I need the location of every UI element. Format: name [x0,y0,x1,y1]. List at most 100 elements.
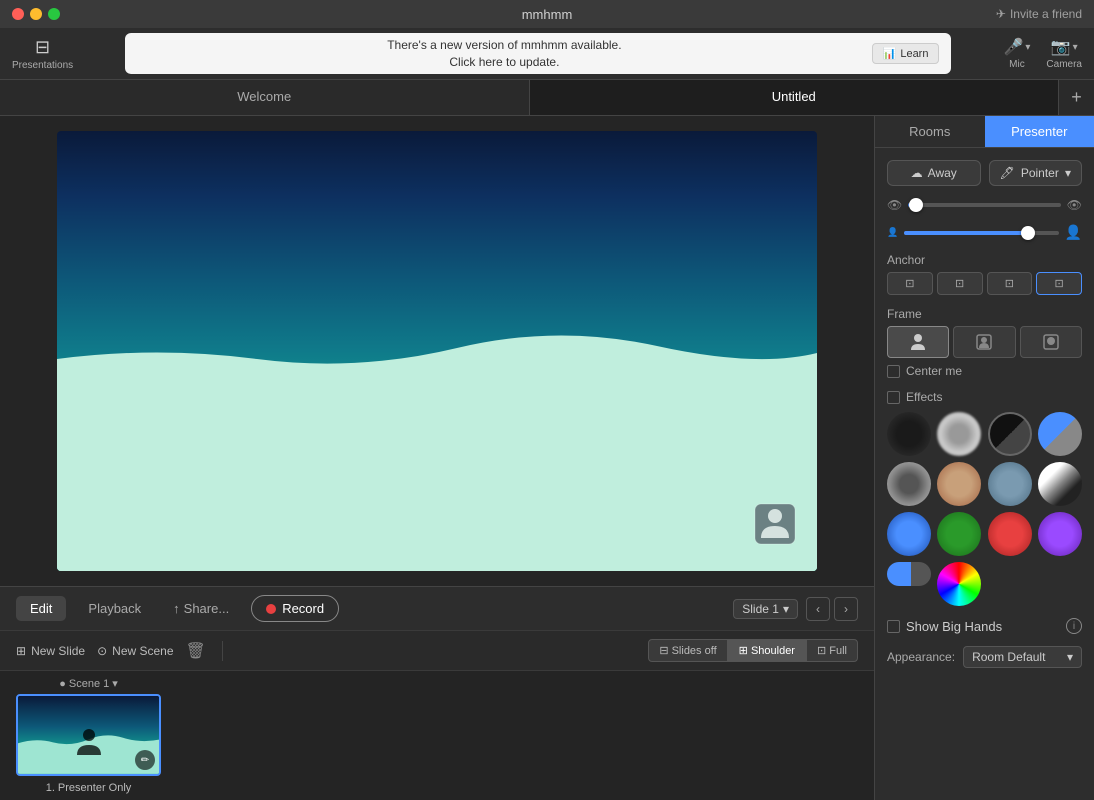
tab-welcome[interactable]: Welcome [0,80,529,115]
size-fill [904,231,1027,235]
effect-warm-button[interactable] [937,462,981,506]
share-button[interactable]: ↑ Share... [163,596,239,621]
main-area: Edit Playback ↑ Share... Record Slide 1 … [0,116,1094,800]
visibility-thumb[interactable] [909,198,923,212]
right-panel-tabs: Rooms Presenter [875,116,1094,148]
minimize-button[interactable] [30,8,42,20]
away-button[interactable]: ☁ Away [887,160,981,186]
effect-blur-button[interactable] [937,412,981,456]
new-slide-icon: ⊞ [16,644,26,658]
record-dot-icon [266,604,276,614]
slide-preview [0,116,874,586]
window-controls[interactable] [12,8,60,20]
paper-plane-icon: ✈ [996,7,1006,21]
show-big-hands-checkbox[interactable] [887,620,900,633]
slides-off-button[interactable]: ⊟ Slides off [648,639,727,662]
playback-button[interactable]: Playback [78,596,151,621]
info-icon[interactable]: i [1066,618,1082,634]
scene-edit-button[interactable]: ✏ [135,750,155,770]
new-scene-button[interactable]: ⊙ New Scene [97,644,173,658]
effect-color-button[interactable] [937,562,981,606]
tab-presenter[interactable]: Presenter [985,116,1094,147]
delete-button[interactable]: 🗑 [186,641,206,661]
slide-canvas [57,131,817,571]
close-button[interactable] [12,8,24,20]
effect-film-button[interactable] [887,462,931,506]
titlebar: mmhmm ✈ Invite a friend [0,0,1094,28]
size-high-icon: 👤 [1065,224,1082,241]
size-thumb[interactable] [1021,226,1035,240]
full-button[interactable]: ⊡ Full [806,639,858,662]
scene-name: 1. Presenter Only [46,782,132,794]
size-slider-row: 👤 👤 [887,224,1082,241]
new-scene-icon: ⊙ [97,644,107,658]
center-me-checkbox[interactable] [887,365,900,378]
effect-outline-button[interactable] [988,412,1032,456]
effect-bw-button[interactable] [1038,462,1082,506]
appearance-label: Appearance: [887,650,955,664]
mic-control[interactable]: 🎤 ▾ Mic [1003,37,1030,70]
slide-picker-icon: ▾ [783,602,789,616]
size-slider[interactable] [904,231,1058,235]
effects-checkbox[interactable] [887,391,900,404]
slide-navigation: ‹ › [806,597,858,621]
effects-label: Effects [906,390,942,404]
anchor-tm-button[interactable]: ⊡ [937,272,983,295]
effect-toggle-button[interactable] [887,562,931,586]
slide-picker[interactable]: Slide 1 ▾ [733,599,798,619]
tab-rooms[interactable]: Rooms [875,116,985,147]
mic-icon: 🎤 [1003,37,1023,57]
scene-thumbnail[interactable]: ✏ [16,694,161,776]
camera-control[interactable]: 📷 ▾ Camera [1046,37,1082,70]
appearance-select[interactable]: Room Default ▾ [963,646,1082,668]
anchor-section: Anchor ⊡ ⊡ ⊡ ⊡ [887,253,1082,295]
center-me-row: Center me [887,364,1082,378]
prev-slide-button[interactable]: ‹ [806,597,830,621]
mic-chevron-icon: ▾ [1025,42,1030,53]
frame-person-button[interactable] [887,326,949,358]
effect-split-button[interactable] [1038,412,1082,456]
effect-green-button[interactable] [937,512,981,556]
chart-icon: 📊 [883,47,897,60]
learn-button[interactable]: 📊 Learn [872,43,940,64]
scenes-strip: ● Scene 1 ▾ [0,670,874,800]
pointer-icon: 🖊 [1000,166,1015,180]
edit-button[interactable]: Edit [16,596,66,621]
tab-untitled[interactable]: Untitled [530,80,1059,115]
show-big-hands-row: Show Big Hands i [887,618,1082,634]
show-big-hands-label: Show Big Hands [906,619,1002,634]
camera-chevron-icon: ▾ [1073,42,1078,53]
next-slide-button[interactable]: › [834,597,858,621]
effect-cool-button[interactable] [988,462,1032,506]
effect-dark-button[interactable] [887,412,931,456]
scene-label: ● Scene 1 ▾ [59,677,118,690]
anchor-tr-button[interactable]: ⊡ [987,272,1033,295]
full-icon: ⊡ [817,645,826,657]
pointer-button[interactable]: 🖊 Pointer ▾ [989,160,1083,186]
slide-info: Slide 1 ▾ ‹ › [733,597,858,621]
visibility-low-icon: 👁 [887,198,902,212]
away-icon: ☁ [911,166,923,180]
update-banner[interactable]: There's a new version of mmhmm available… [125,33,951,75]
effect-blue-button[interactable] [887,512,931,556]
effect-purple-button[interactable] [1038,512,1082,556]
frame-head-button[interactable] [953,326,1015,358]
add-tab-button[interactable]: + [1058,80,1094,115]
anchor-tl-button[interactable]: ⊡ [887,272,933,295]
presenter-settings: ☁ Away 🖊 Pointer ▾ 👁 👁 [875,148,1094,800]
visibility-slider[interactable] [908,203,1061,207]
effect-red-button[interactable] [988,512,1032,556]
new-slide-button[interactable]: ⊞ New Slide [16,644,85,658]
main-toolbar: ⊟ Presentations There's a new version of… [0,28,1094,80]
frame-label: Frame [887,307,922,321]
pointer-chevron-icon: ▾ [1065,166,1071,180]
presentations-button[interactable]: ⊟ Presentations [12,37,73,71]
visibility-slider-row: 👁 👁 [887,198,1082,212]
record-button[interactable]: Record [251,595,339,622]
anchor-br-button[interactable]: ⊡ [1036,272,1082,295]
frame-close-button[interactable] [1020,326,1082,358]
maximize-button[interactable] [48,8,60,20]
shoulder-button[interactable]: ⊞ Shoulder [728,639,806,662]
invite-friend-button[interactable]: ✈ Invite a friend [996,7,1082,21]
list-item[interactable]: ● Scene 1 ▾ [16,677,161,794]
